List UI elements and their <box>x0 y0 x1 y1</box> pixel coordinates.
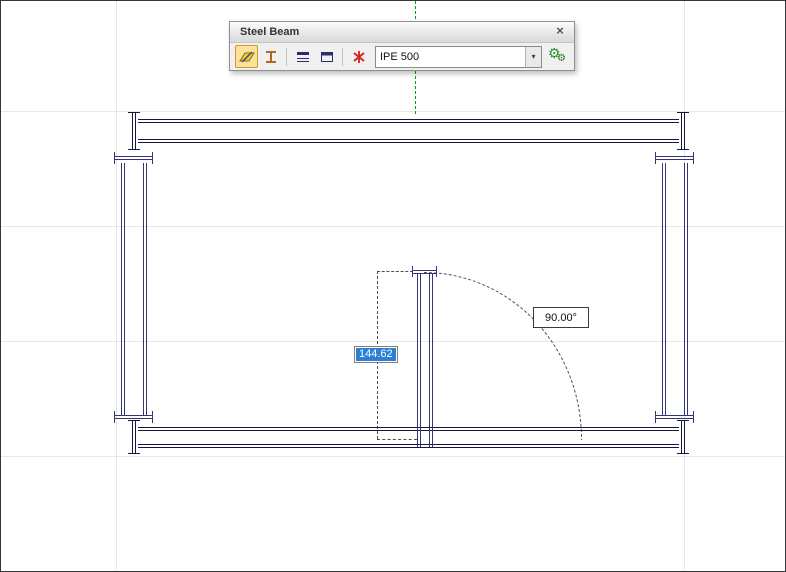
beam-end-flange <box>677 149 689 150</box>
profile-combobox[interactable]: IPE 500 ▾ <box>375 46 542 68</box>
grid-line <box>1 226 785 227</box>
beam-end-cap <box>132 421 133 454</box>
column-line <box>684 163 685 415</box>
toolbar-separator <box>342 48 343 66</box>
beam-line <box>138 142 679 143</box>
grid-line <box>1 456 785 457</box>
beam-end-cap <box>684 421 685 454</box>
beam-line <box>138 139 679 140</box>
column-end-cap <box>115 159 152 160</box>
i-beam-icon <box>263 49 279 65</box>
angle-arc-ellipse <box>424 272 582 440</box>
beam-end-cap <box>132 113 133 150</box>
column-end-cap <box>656 159 693 160</box>
palette-title: Steel Beam <box>240 26 299 38</box>
toolbar-separator <box>286 48 287 66</box>
column-end-flange <box>114 152 115 164</box>
beam-end-flange <box>128 149 140 150</box>
column-end-flange <box>152 411 153 423</box>
beam-line <box>420 273 421 447</box>
beam-end-flange <box>412 266 413 277</box>
beam-line <box>138 444 679 445</box>
close-icon[interactable]: × <box>552 24 568 40</box>
column-end-cap <box>115 415 152 416</box>
beam-end-flange <box>128 453 140 454</box>
palette-title-bar[interactable]: Steel Beam × <box>230 22 574 43</box>
beam-end-cap <box>681 421 682 454</box>
column-end-cap <box>115 156 152 157</box>
column-line <box>124 163 125 415</box>
beam-end-flange <box>436 266 437 277</box>
preview-dashed-top <box>377 271 413 272</box>
angle-input[interactable]: 90.00° <box>533 307 589 328</box>
palette-toolbar: IPE 500 ▾ ⚙ ⚙ <box>230 43 574 70</box>
steel-beam-palette[interactable]: Steel Beam × <box>229 21 575 71</box>
column-line <box>687 163 688 415</box>
beam-end-cap <box>684 113 685 150</box>
column-end-flange <box>693 411 694 423</box>
beam-line <box>138 122 679 123</box>
beam-frame-button[interactable] <box>315 45 338 68</box>
column-end-cap <box>656 156 693 157</box>
insertion-axis-button[interactable] <box>347 45 370 68</box>
column-end-flange <box>114 411 115 423</box>
preview-dashed-bottom <box>377 439 417 440</box>
beam-justify-button[interactable] <box>291 45 314 68</box>
column-line <box>662 163 663 415</box>
column-line <box>665 163 666 415</box>
column-end-flange <box>655 152 656 164</box>
red-asterisk-icon <box>351 49 367 65</box>
column-end-cap <box>115 418 152 419</box>
grid-line <box>1 111 785 112</box>
angle-arc <box>424 272 584 440</box>
beam-line <box>432 273 433 447</box>
beam-line <box>417 273 418 447</box>
beam-line <box>138 119 679 120</box>
beam-end-flange <box>677 453 689 454</box>
beam-line <box>429 273 430 447</box>
beam-line <box>138 430 679 431</box>
section-beam-button[interactable] <box>259 45 282 68</box>
chevron-down-icon[interactable]: ▾ <box>525 47 541 67</box>
beam-end-flange <box>677 420 689 421</box>
beam-end-cap <box>681 113 682 150</box>
column-line <box>143 163 144 415</box>
column-line <box>146 163 147 415</box>
rectangle-icon <box>319 49 335 65</box>
beam-end-flange <box>128 420 140 421</box>
beam-end-cap <box>135 113 136 150</box>
column-end-flange <box>693 152 694 164</box>
dimension-value: 144.62 <box>356 348 396 361</box>
column-end-flange <box>655 411 656 423</box>
gear-icon: ⚙ <box>557 53 566 64</box>
grid-line <box>1 341 785 342</box>
beam-end-flange <box>677 112 689 113</box>
beam-line <box>138 447 679 448</box>
beam-end-cap <box>413 273 436 274</box>
beam-end-cap <box>135 421 136 454</box>
column-end-flange <box>152 152 153 164</box>
beam-line <box>138 427 679 428</box>
beam-end-cap <box>413 270 436 271</box>
grid-line <box>116 1 117 571</box>
beam-draw-icon <box>239 49 255 65</box>
cad-canvas[interactable]: 90.00° 144.62 Steel Beam × <box>0 0 786 572</box>
beam-end-flange <box>128 112 140 113</box>
polyline-beam-button[interactable] <box>235 45 258 68</box>
profile-value: IPE 500 <box>376 51 525 63</box>
column-line <box>121 163 122 415</box>
settings-button[interactable]: ⚙ ⚙ <box>547 46 569 68</box>
align-lines-icon <box>295 49 311 65</box>
column-end-cap <box>656 418 693 419</box>
column-end-cap <box>656 415 693 416</box>
dimension-input[interactable]: 144.62 <box>354 346 398 363</box>
